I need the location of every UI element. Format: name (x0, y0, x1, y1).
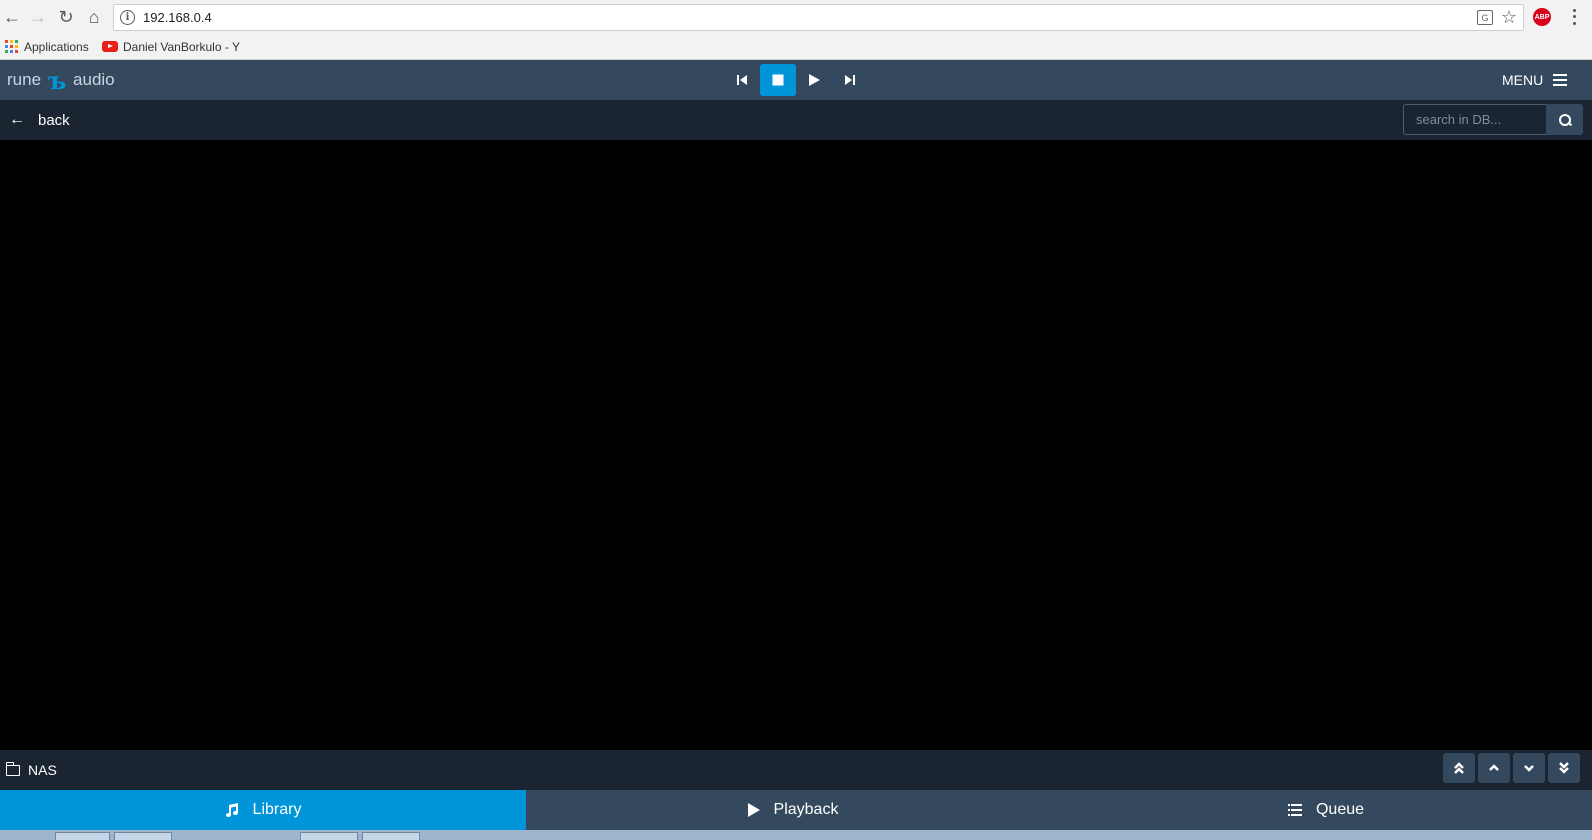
browser-toolbar: ← → ↻ ⌂ i 192.168.0.4 G ☆ ABP (0, 0, 1592, 34)
breadcrumb-current[interactable]: NAS (5, 761, 57, 779)
scroll-down-button[interactable] (1513, 753, 1545, 783)
rune-logo-icon: ъ (47, 65, 67, 95)
previous-button[interactable] (724, 64, 760, 96)
browser-menu-icon[interactable] (1570, 7, 1578, 27)
scroll-up-button[interactable] (1478, 753, 1510, 783)
play-icon (747, 803, 760, 817)
os-taskbar (0, 830, 1592, 840)
menu-button[interactable]: MENU (1502, 70, 1568, 90)
bookmark-applications[interactable]: Applications (24, 40, 89, 54)
double-chevron-down-icon (1559, 762, 1569, 774)
search-button[interactable] (1546, 104, 1583, 135)
menu-list-icon (1553, 74, 1568, 86)
info-icon[interactable]: i (120, 10, 135, 25)
menu-label: MENU (1502, 72, 1544, 88)
tab-queue[interactable]: Queue (1060, 790, 1592, 830)
music-note-icon (225, 802, 239, 818)
tab-library[interactable]: Library (0, 790, 526, 830)
scroll-bottom-button[interactable] (1548, 753, 1580, 783)
tab-library-label: Library (252, 801, 302, 818)
bookmarks-bar: Applications Daniel VanBorkulo - Y (0, 34, 1592, 60)
library-content (0, 140, 1592, 750)
bookmark-star-icon[interactable]: ☆ (1501, 7, 1517, 28)
logo[interactable]: rune ъ audio (7, 65, 115, 95)
bookmark-youtube[interactable]: Daniel VanBorkulo - Y (123, 40, 240, 54)
skip-previous-icon (737, 75, 747, 85)
arrow-left-icon: ← (9, 111, 25, 128)
skip-next-icon (845, 75, 855, 85)
taskbar-item[interactable] (114, 832, 172, 840)
scroll-top-button[interactable] (1443, 753, 1475, 783)
folder-open-icon (5, 761, 20, 776)
play-button[interactable] (796, 64, 832, 96)
address-bar[interactable]: i 192.168.0.4 G ☆ (113, 4, 1524, 31)
back-label: back (38, 111, 70, 129)
taskbar-item[interactable] (55, 832, 110, 840)
transport-controls (724, 64, 868, 96)
youtube-icon (102, 41, 118, 52)
double-chevron-up-icon (1454, 762, 1464, 774)
chevron-down-icon (1524, 765, 1534, 772)
search-icon (1558, 113, 1571, 126)
app-header: rune ъ audio MENU (0, 60, 1592, 100)
back-arrow-icon[interactable]: ← (2, 7, 22, 27)
translate-icon[interactable]: G (1477, 10, 1493, 25)
logo-text-audio: audio (73, 70, 115, 89)
search-form (1403, 104, 1583, 135)
stop-icon (772, 74, 784, 86)
logo-text-rune: rune (7, 70, 42, 89)
url-text[interactable]: 192.168.0.4 (143, 10, 212, 25)
next-button[interactable] (832, 64, 868, 96)
reload-icon[interactable]: ↻ (56, 7, 76, 27)
forward-arrow-icon[interactable]: → (28, 7, 48, 27)
apps-grid-icon[interactable] (5, 40, 18, 53)
taskbar-item[interactable] (362, 832, 420, 840)
breadcrumb: NAS (0, 750, 1592, 790)
adblock-icon[interactable]: ABP (1533, 8, 1551, 26)
library-toolbar: ← back (0, 100, 1592, 140)
back-button[interactable]: ← back (9, 110, 70, 130)
list-icon (1287, 804, 1302, 816)
search-input[interactable] (1403, 104, 1546, 135)
breadcrumb-label: NAS (28, 762, 57, 778)
tab-playback[interactable]: Playback (526, 790, 1060, 830)
tab-playback-label: Playback (773, 801, 839, 818)
stop-button[interactable] (760, 64, 796, 96)
home-icon[interactable]: ⌂ (84, 7, 104, 27)
chevron-up-icon (1489, 764, 1499, 771)
bottom-tab-bar: Library Playback Queue (0, 790, 1592, 830)
play-icon (809, 74, 820, 86)
taskbar-item[interactable] (300, 832, 358, 840)
scroll-controls (1443, 753, 1580, 783)
tab-queue-label: Queue (1315, 801, 1365, 818)
